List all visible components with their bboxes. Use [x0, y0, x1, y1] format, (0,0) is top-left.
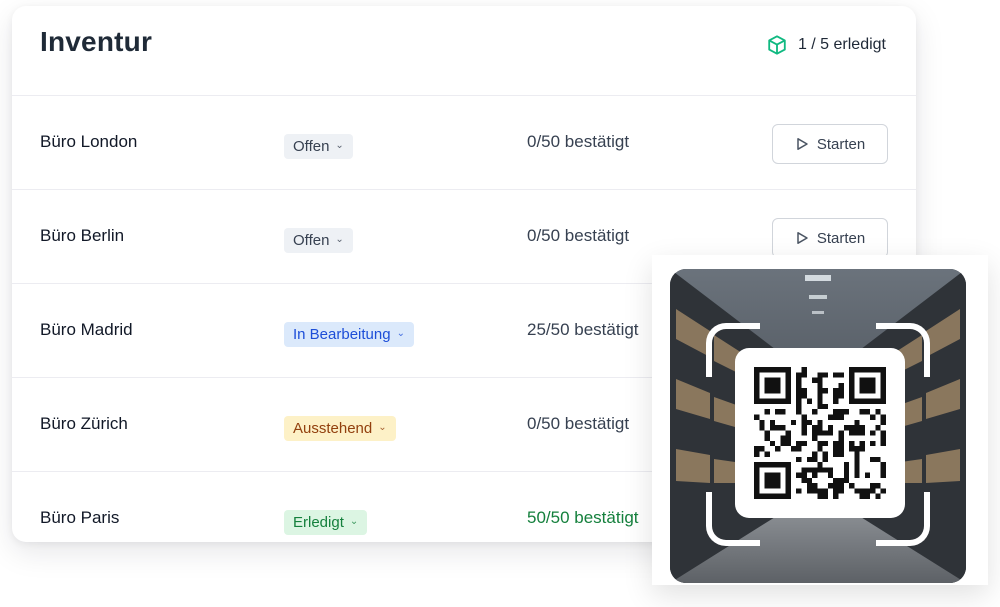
- start-button[interactable]: Starten: [772, 124, 888, 164]
- chevron-down-icon: ⌄: [335, 234, 344, 245]
- confirmed-count: 25/50 bestätigt: [527, 320, 639, 339]
- status-label: In Bearbeitung: [293, 326, 391, 343]
- play-icon: [795, 231, 809, 245]
- status-label: Ausstehend: [293, 420, 373, 437]
- confirmed-count: 50/50 bestätigt: [527, 508, 639, 527]
- chevron-down-icon: ⌄: [335, 140, 344, 151]
- location-name: Büro Paris: [40, 508, 120, 527]
- chevron-down-icon: ⌄: [378, 422, 387, 433]
- confirmed-count: 0/50 bestätigt: [527, 226, 630, 245]
- status-dropdown[interactable]: In Bearbeitung ⌄: [284, 322, 414, 347]
- start-button[interactable]: Starten: [772, 218, 888, 258]
- location-name: Büro Zürich: [40, 414, 128, 433]
- location-name: Büro London: [40, 132, 138, 151]
- start-button-label: Starten: [816, 229, 866, 247]
- box-icon: [766, 34, 788, 56]
- qr-code-card: [735, 348, 905, 518]
- progress-summary: 1 / 5 erledigt: [766, 34, 886, 56]
- qr-code-icon: [754, 367, 886, 499]
- page-title: Inventur: [40, 26, 153, 57]
- qr-scanner-view: [670, 269, 966, 583]
- chevron-down-icon: ⌄: [349, 516, 359, 527]
- progress-text: 1 / 5 erledigt: [797, 36, 886, 53]
- status-label: Offen: [293, 232, 330, 249]
- location-name: Büro Madrid: [40, 320, 133, 339]
- location-row: Büro London Offen ⌄ 0/50 bestätigt Starten: [12, 96, 916, 190]
- status-dropdown[interactable]: Erledigt ⌄: [284, 510, 368, 535]
- status-dropdown[interactable]: Ausstehend ⌄: [284, 416, 396, 441]
- card-header: Inventur 1 / 5 erledigt: [12, 6, 916, 96]
- start-button-label: Starten: [816, 135, 866, 153]
- status-dropdown[interactable]: Offen ⌄: [284, 134, 353, 159]
- chevron-down-icon: ⌄: [396, 328, 405, 339]
- inventory-screen: Inventur 1 / 5 erledigt Büro London Offen…: [0, 0, 1000, 607]
- status-label: Offen: [293, 138, 330, 155]
- status-label: Erledigt: [293, 514, 344, 531]
- status-dropdown[interactable]: Offen ⌄: [284, 228, 353, 253]
- confirmed-count: 0/50 bestätigt: [527, 132, 630, 151]
- play-icon: [795, 137, 809, 151]
- location-name: Büro Berlin: [40, 226, 125, 245]
- confirmed-count: 0/50 bestätigt: [527, 414, 630, 433]
